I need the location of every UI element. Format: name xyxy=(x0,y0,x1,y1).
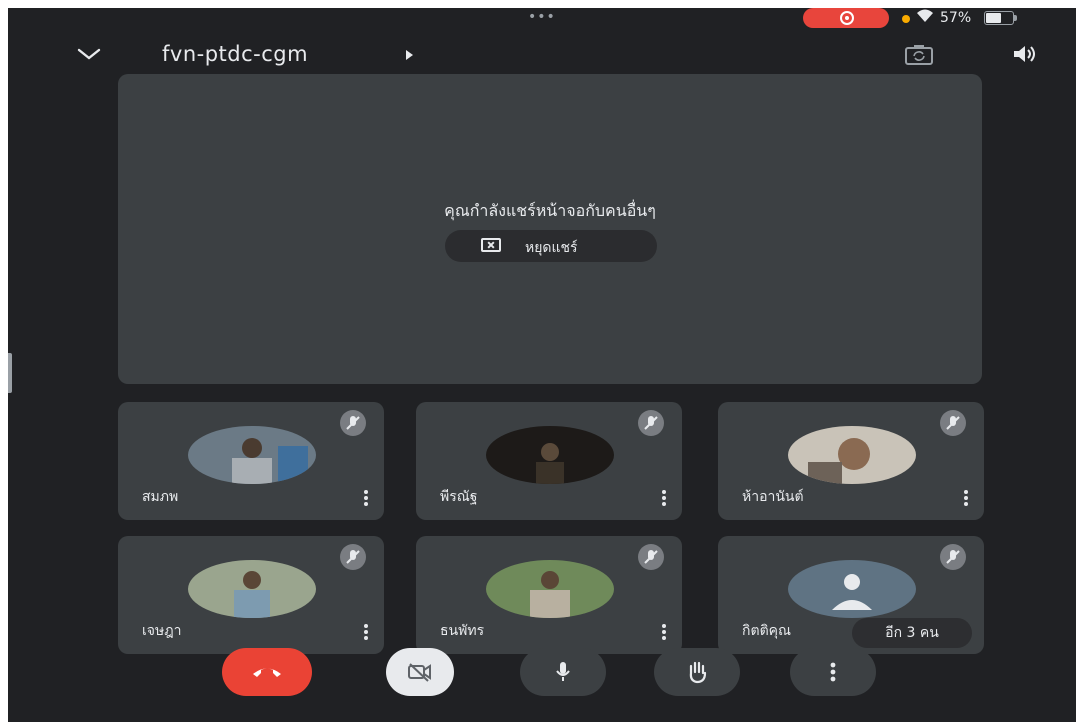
call-controls xyxy=(8,648,1076,708)
screen-share-panel: คุณกำลังแชร์หน้าจอกับคนอื่นๆ หยุดแชร์ xyxy=(118,74,982,384)
chevron-down-icon[interactable] xyxy=(76,46,102,66)
avatar xyxy=(788,426,916,484)
mic-off-icon xyxy=(340,410,366,436)
battery-tip xyxy=(1014,15,1017,21)
camera-toggle-button[interactable] xyxy=(386,648,454,696)
handle-dots-icon: ••• xyxy=(528,9,556,25)
participant-name: สมภพ xyxy=(142,489,179,505)
default-avatar-icon xyxy=(788,560,916,618)
participant-name: กิตติคุณ xyxy=(742,623,792,639)
more-vert-icon[interactable] xyxy=(964,490,968,506)
mic-off-icon xyxy=(638,410,664,436)
stop-share-icon xyxy=(481,238,501,252)
mic-off-icon xyxy=(940,544,966,570)
participant-tile[interactable]: พีรณัฐ xyxy=(416,402,682,520)
battery-icon xyxy=(984,11,1014,25)
more-vert-icon[interactable] xyxy=(364,624,368,640)
screen-record-icon xyxy=(840,11,854,25)
side-handle[interactable] xyxy=(8,353,12,393)
play-arrow-icon[interactable] xyxy=(406,50,413,60)
dot-indicator-icon xyxy=(902,15,910,23)
top-bar: fvn-ptdc-cgm xyxy=(8,36,1076,76)
camera-off-icon xyxy=(408,663,431,682)
mic-off-icon xyxy=(638,544,664,570)
participant-name: ห้าอานันต์ xyxy=(742,489,804,505)
participant-name: เจษฎา xyxy=(142,623,182,639)
more-vert-icon[interactable] xyxy=(662,624,666,640)
mic-icon xyxy=(556,662,570,681)
others-count-badge[interactable]: อีก 3 คน xyxy=(852,618,972,648)
speaker-icon[interactable] xyxy=(1011,43,1039,69)
participant-tile[interactable]: สมภพ xyxy=(118,402,384,520)
avatar xyxy=(188,426,316,484)
more-vert-icon[interactable] xyxy=(364,490,368,506)
mic-off-icon xyxy=(340,544,366,570)
more-options-button[interactable] xyxy=(790,648,876,696)
end-call-icon xyxy=(253,668,281,677)
screen-record-indicator[interactable] xyxy=(803,8,889,28)
mic-off-icon xyxy=(940,410,966,436)
participant-name: พีรณัฐ xyxy=(440,489,478,505)
status-bar: ••• 57% xyxy=(8,8,1076,30)
raise-hand-button[interactable] xyxy=(654,648,740,696)
meeting-code[interactable]: fvn-ptdc-cgm xyxy=(162,42,308,66)
avatar xyxy=(486,560,614,618)
microphone-button[interactable] xyxy=(520,648,606,696)
more-options-icon xyxy=(830,662,836,682)
participant-name: ธนพัทร xyxy=(440,623,485,639)
more-vert-icon[interactable] xyxy=(662,490,666,506)
raise-hand-icon xyxy=(689,661,707,684)
participant-tile[interactable]: ห้าอานันต์ xyxy=(718,402,984,520)
avatar xyxy=(486,426,614,484)
battery-percent: 57% xyxy=(940,10,972,26)
participant-tile[interactable]: ธนพัทร xyxy=(416,536,682,654)
participant-tile[interactable]: กิตติคุณ อีก 3 คน xyxy=(718,536,984,654)
wifi-icon xyxy=(916,8,934,29)
avatar xyxy=(188,560,316,618)
stop-sharing-label: หยุดแชร์ xyxy=(525,240,578,256)
meet-screen: ••• 57% fvn-ptdc-cgm คุณกำลังแชร์หน้าจอก… xyxy=(8,8,1076,722)
participant-tile[interactable]: เจษฎา xyxy=(118,536,384,654)
share-message: คุณกำลังแชร์หน้าจอกับคนอื่นๆ xyxy=(444,201,656,220)
camera-switch-icon[interactable] xyxy=(904,44,934,70)
end-call-button[interactable] xyxy=(222,648,312,696)
stop-sharing-button[interactable]: หยุดแชร์ xyxy=(445,230,657,262)
